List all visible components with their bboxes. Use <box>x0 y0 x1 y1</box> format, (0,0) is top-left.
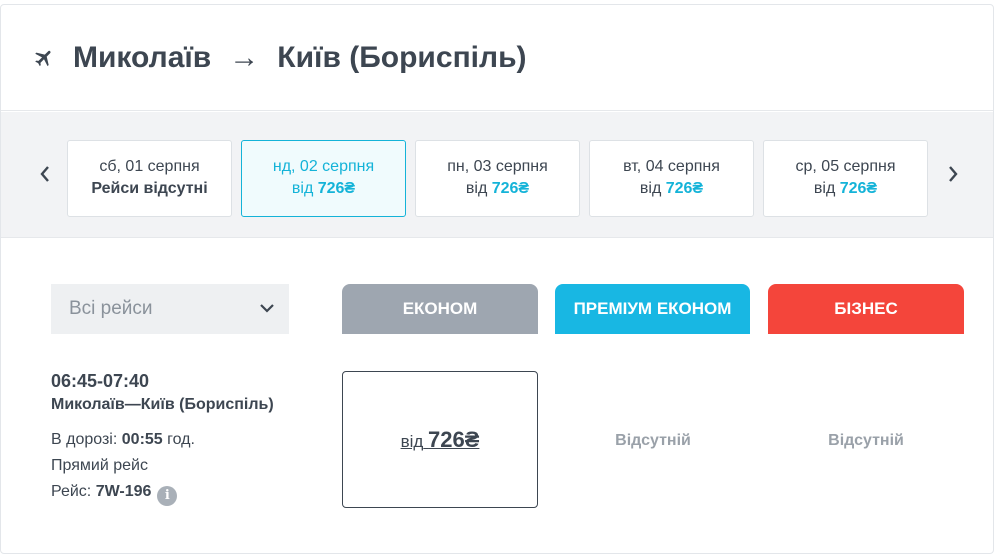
date-selector: сб, 01 серпня Рейси відсутні нд, 02 серп… <box>1 112 993 238</box>
route-header: Миколаїв → Київ (Бориспіль) <box>1 5 993 111</box>
tab-business[interactable]: БІЗНЕС <box>768 284 964 334</box>
date-price: від 726₴ <box>291 180 356 197</box>
flight-duration: В дорозі: 00:55 год. <box>51 431 195 448</box>
date-label: ср, 05 серпня <box>795 158 896 175</box>
flight-type: Прямий рейс <box>51 457 148 474</box>
flight-time: 06:45-07:40 <box>51 371 150 391</box>
date-price: від 726₴ <box>465 180 530 197</box>
flight-search-card: Миколаїв → Київ (Бориспіль) сб, 01 серпн… <box>0 4 994 554</box>
date-card[interactable]: пн, 03 серпня від 726₴ <box>415 140 580 217</box>
date-unavailable: Рейси відсутні <box>91 180 208 197</box>
chevron-right-icon[interactable] <box>941 162 965 186</box>
date-card[interactable]: ср, 05 серпня від 726₴ <box>763 140 928 217</box>
economy-fare-link[interactable]: від 726₴ <box>401 427 480 453</box>
flights-filter-select[interactable]: Всі рейси <box>51 284 289 334</box>
date-label: вт, 04 серпня <box>623 158 720 175</box>
date-card[interactable]: сб, 01 серпня Рейси відсутні <box>67 140 232 217</box>
chevron-left-icon[interactable] <box>33 162 57 186</box>
flight-route: Миколаїв—Київ (Бориспіль) <box>51 396 274 413</box>
economy-fare-box[interactable]: від 726₴ <box>342 371 538 508</box>
tab-premium-economy[interactable]: ПРЕМІУМ ЕКОНОМ <box>555 284 750 334</box>
business-fare-unavailable: Відсутній <box>828 432 904 449</box>
date-label: сб, 01 серпня <box>99 158 200 175</box>
date-label: пн, 03 серпня <box>447 158 548 175</box>
flight-details: 06:45-07:40 Миколаїв—Київ (Бориспіль) В … <box>51 369 274 506</box>
arrow-right-icon: → <box>229 40 260 74</box>
destination-city: Київ (Бориспіль) <box>277 40 527 74</box>
date-price: від 726₴ <box>813 180 878 197</box>
date-card[interactable]: вт, 04 серпня від 726₴ <box>589 140 754 217</box>
route-title: Миколаїв → Київ (Бориспіль) <box>73 41 527 75</box>
tab-economy[interactable]: ЕКОНОМ <box>342 284 538 334</box>
filter-label: Всі рейси <box>69 298 153 319</box>
premium-fare-unavailable: Відсутній <box>615 432 691 449</box>
info-icon[interactable]: i <box>157 486 178 506</box>
date-card-selected[interactable]: нд, 02 серпня від 726₴ <box>241 140 406 217</box>
date-label: нд, 02 серпня <box>272 158 375 175</box>
origin-city: Миколаїв <box>73 40 212 74</box>
date-price: від 726₴ <box>639 180 704 197</box>
flight-number: Рейс: 7W-196 i <box>51 479 274 506</box>
chevron-down-icon <box>259 300 275 318</box>
plane-icon <box>33 47 55 69</box>
